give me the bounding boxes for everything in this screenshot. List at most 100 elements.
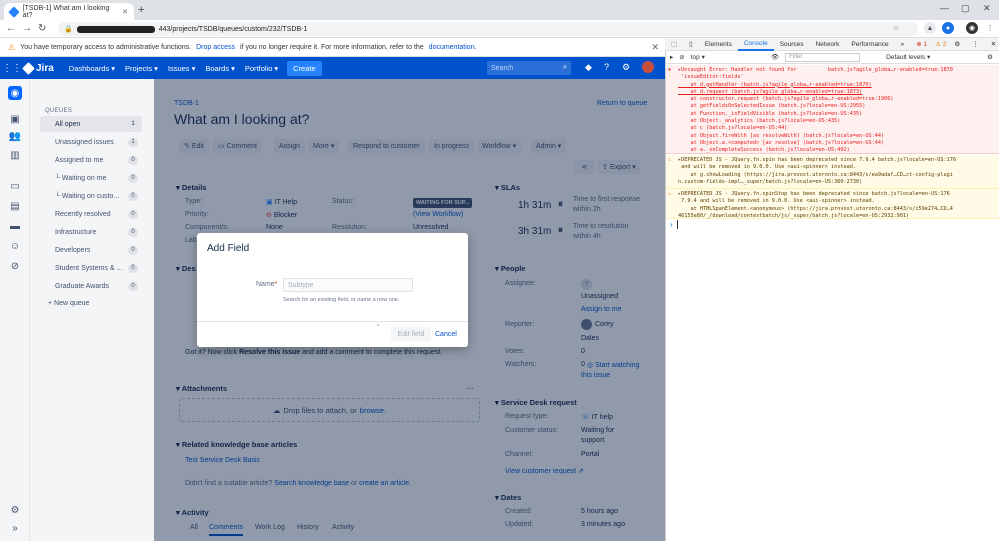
error-line: at Object.fireWith [as resolveWith] (bat… xyxy=(678,132,885,139)
nav-issues[interactable]: Issues ▾ xyxy=(168,64,195,73)
queue-item[interactable]: Student Systems & ... 0 xyxy=(40,260,142,276)
label-text: Name xyxy=(256,281,275,288)
maximize-icon[interactable]: ▢ xyxy=(961,3,970,14)
queue-item[interactable]: Graduate Awards 0 xyxy=(40,278,142,294)
queue-item[interactable]: Developers 0 xyxy=(40,242,142,258)
console-warning-message[interactable]: ⚠ ▸DEPRECATED JS - JQuery.fn.spin has bee… xyxy=(666,155,999,189)
chevron-down-icon: ▾ xyxy=(231,63,235,73)
devtools-tab-performance[interactable]: Performance xyxy=(845,38,894,51)
devtools-settings-icon[interactable]: ⚙ xyxy=(948,38,966,51)
jira-logo[interactable]: Jira xyxy=(22,61,54,75)
error-count-badge[interactable]: ⊗ 1 xyxy=(910,38,933,51)
project-settings-icon[interactable]: ⚙ xyxy=(9,504,21,516)
edit-field-button[interactable]: Edit field xyxy=(391,327,431,341)
expand-sidebar-icon[interactable]: » xyxy=(9,522,21,534)
devtools-menu-icon[interactable]: ⋮ xyxy=(966,38,985,51)
devtools-tab-console[interactable]: Console xyxy=(737,38,774,51)
warning-count-badge[interactable]: ⚠ 2 xyxy=(933,38,948,51)
profile-avatar[interactable]: ◉ xyxy=(966,22,978,34)
new-tab-icon[interactable]: + xyxy=(138,4,144,16)
reports-icon[interactable]: ▥ xyxy=(9,149,21,161)
extension-icon[interactable]: ▲ xyxy=(924,22,936,34)
bookmark-star-icon[interactable]: ☆ xyxy=(890,22,902,34)
nav-projects[interactable]: Projects ▾ xyxy=(125,64,158,73)
more-tabs-icon[interactable]: » xyxy=(895,38,911,51)
queue-label: Assigned to me xyxy=(55,156,104,164)
error-icon: ⊗ xyxy=(668,67,672,73)
device-toggle-icon[interactable]: ▯ xyxy=(683,38,699,51)
nav-label: Portfolio xyxy=(244,63,273,73)
extension-icon[interactable]: ● xyxy=(942,22,954,34)
settings-gear-icon[interactable]: ⚙ xyxy=(622,62,630,73)
documentation-link[interactable]: documentation. xyxy=(429,44,477,51)
help-icon[interactable]: ? xyxy=(604,62,609,72)
console-settings-icon[interactable]: ⚙ xyxy=(987,53,993,61)
required-marker: * xyxy=(274,281,278,288)
console-filter-input[interactable]: Filter xyxy=(785,52,861,62)
queue-item[interactable]: Infrastructure 0 xyxy=(40,224,142,240)
notifications-icon[interactable]: ◆ xyxy=(585,62,592,73)
warn-line: 46155e80/_/download/contextbatch/js/_sup… xyxy=(678,212,910,219)
close-window-icon[interactable]: ✕ xyxy=(983,3,991,14)
user-avatar[interactable] xyxy=(642,61,654,73)
shortcut-icon[interactable]: ▭ xyxy=(9,180,21,192)
field-name-input[interactable]: Subtype xyxy=(283,278,413,292)
context-select[interactable]: top ▾ xyxy=(691,53,705,61)
browser-tab-strip xyxy=(0,0,999,20)
error-line: at constructor.request (batch.js?agile_g… xyxy=(678,96,894,103)
close-tab-icon[interactable]: ✕ xyxy=(122,8,128,16)
error-line: 'issueEditor:fields' xyxy=(678,74,744,81)
jira-logo-icon xyxy=(22,61,35,75)
sidebar-toggle-icon[interactable]: ▸ xyxy=(670,53,673,61)
create-button[interactable]: Create xyxy=(287,60,322,76)
minimize-icon[interactable]: — xyxy=(940,3,949,13)
queue-item[interactable]: Unassigned issues 1 xyxy=(40,134,142,150)
drop-access-link[interactable]: Drop access xyxy=(196,44,235,51)
search-icon: ⌕ xyxy=(563,64,567,71)
url-field[interactable]: 🔒 443/projects/TSDB/queues/custom/232/TS… xyxy=(58,22,918,36)
devtools-tab-network[interactable]: Network xyxy=(810,38,846,51)
clear-console-icon[interactable]: ⊘ xyxy=(679,53,684,61)
knowledge-base-icon[interactable]: ▤ xyxy=(9,200,21,212)
warn-line: 7.9.4 and will be removed in 9.0.0. Use … xyxy=(678,198,875,205)
queues-icon[interactable]: ▣ xyxy=(9,113,21,125)
chevron-down-icon: ▾ xyxy=(191,63,196,73)
browser-tab[interactable]: [TSDB-1] What am I looking at? ✕ xyxy=(4,3,134,20)
app-switcher-icon[interactable]: ⋮⋮ xyxy=(0,63,24,74)
browser-menu-icon[interactable]: ⋮ xyxy=(984,22,996,34)
queue-item[interactable]: └ Waiting on custo... 0 xyxy=(40,188,142,204)
queue-item[interactable]: All open 1 xyxy=(40,116,142,132)
queue-item[interactable]: └ Waiting on me 0 xyxy=(40,170,142,186)
search-input[interactable]: Search ⌕ xyxy=(487,61,571,75)
nav-portfolio[interactable]: Portfolio ▾ xyxy=(245,64,278,73)
devtools-tab-elements[interactable]: Elements xyxy=(699,38,738,51)
channels-icon[interactable]: ▬ xyxy=(9,220,21,232)
queue-item[interactable]: Assigned to me 0 xyxy=(40,152,142,168)
log-levels-select[interactable]: Default levels ▾ xyxy=(886,53,930,61)
console-warning-message[interactable]: ⚠ ▸DEPRECATED JS - JQuery.fn.spinStop has… xyxy=(666,189,999,219)
back-icon[interactable]: ← xyxy=(6,23,16,34)
new-queue-link[interactable]: + New queue xyxy=(48,300,89,307)
nav-label: Dashboards xyxy=(68,63,110,73)
close-icon[interactable]: ✕ xyxy=(651,42,659,53)
customers-icon[interactable]: 👥 xyxy=(9,130,21,142)
project-avatar-icon[interactable]: ◉ xyxy=(8,86,22,100)
warning-icon: ⚠ xyxy=(8,42,16,52)
reload-icon[interactable]: ↻ xyxy=(38,23,46,34)
nav-dashboards[interactable]: Dashboards ▾ xyxy=(69,64,115,73)
cancel-button[interactable]: Cancel xyxy=(435,327,457,341)
live-expression-icon[interactable]: 👁 xyxy=(771,53,779,61)
nav-boards[interactable]: Boards ▾ xyxy=(205,64,235,73)
inspect-icon[interactable]: ⬚ xyxy=(665,38,683,51)
devtools-tab-sources[interactable]: Sources xyxy=(774,38,810,51)
devtools-close-icon[interactable]: ✕ xyxy=(985,38,999,51)
console-error-message[interactable]: ⊗ ▸Uncaught Error: Handler not found for … xyxy=(666,65,999,154)
compass-icon[interactable]: ⊘ xyxy=(9,260,21,272)
invite-team-icon[interactable]: ☺ xyxy=(9,240,21,252)
nav-label: Issues xyxy=(167,63,190,73)
queue-item[interactable]: Recently resolved 0 xyxy=(40,206,142,222)
error-line: at a._onCompleteSuccess (batch.js?locale… xyxy=(678,147,850,154)
forward-icon[interactable]: → xyxy=(22,23,32,34)
warn-line: at g.showLoading (https://jira.provost.u… xyxy=(678,171,953,178)
console-prompt[interactable]: › xyxy=(670,220,680,229)
